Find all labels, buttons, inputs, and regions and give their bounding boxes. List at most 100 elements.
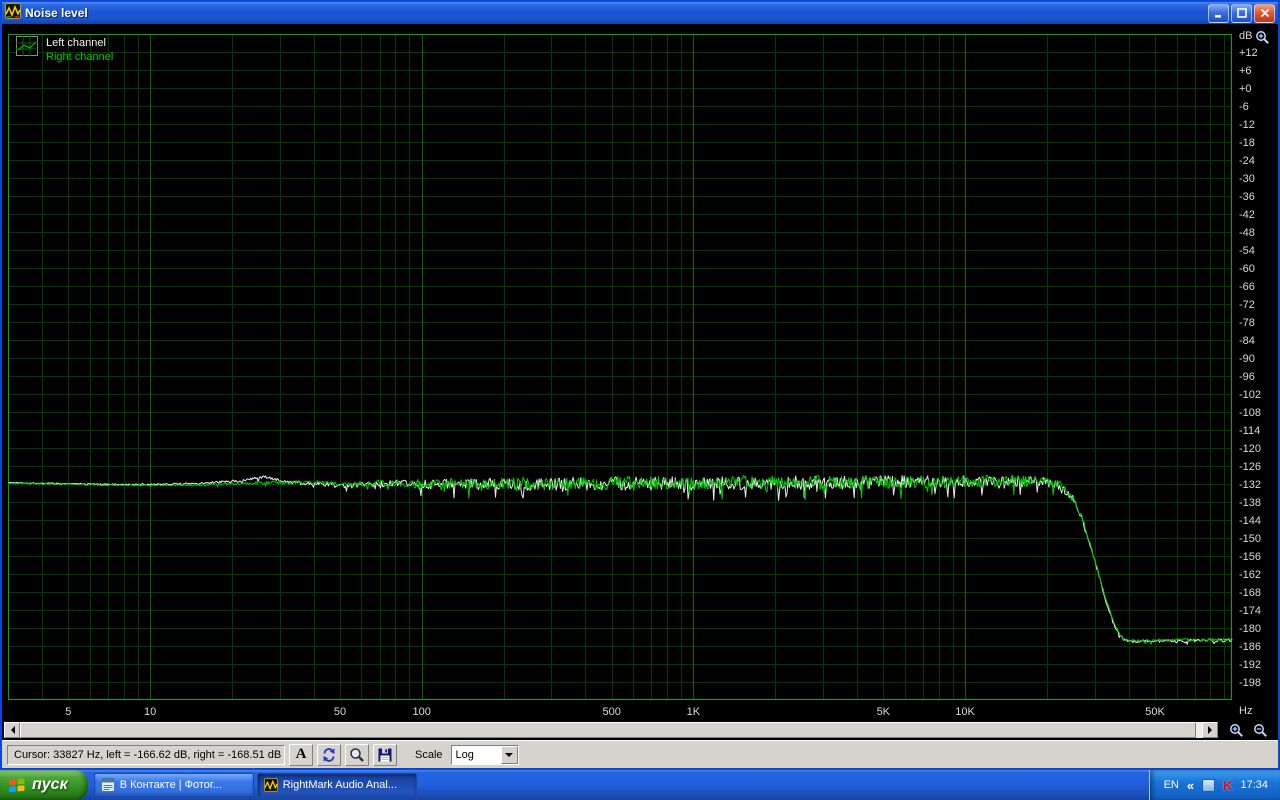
svg-text:-162: -162 bbox=[1239, 569, 1261, 581]
svg-text:10: 10 bbox=[144, 706, 156, 718]
svg-text:5: 5 bbox=[65, 706, 71, 718]
scroll-left-button[interactable] bbox=[4, 722, 20, 738]
zoom-in-vertical-button[interactable] bbox=[1252, 28, 1272, 46]
magnifier-plus-icon bbox=[1255, 30, 1269, 44]
scroll-right-button[interactable] bbox=[1202, 722, 1218, 738]
svg-text:50K: 50K bbox=[1145, 706, 1165, 718]
svg-text:Hz: Hz bbox=[1239, 705, 1252, 717]
save-button[interactable] bbox=[373, 743, 397, 766]
minimize-button[interactable] bbox=[1208, 3, 1229, 23]
svg-text:-114: -114 bbox=[1239, 425, 1260, 437]
svg-text:-144: -144 bbox=[1239, 515, 1261, 527]
close-button[interactable] bbox=[1254, 3, 1275, 23]
svg-text:-42: -42 bbox=[1239, 209, 1255, 221]
right-arrow-icon bbox=[1207, 726, 1216, 734]
taskbar-tasks: В Контакте | Фотог... RightMark Audio An… bbox=[93, 770, 417, 800]
chart-client-area: +12 +6 +0 -6 -12 -18 -24 -30 -36 -42 -48 -54 -60 -66 -… bbox=[2, 24, 1278, 740]
zoom-out-button[interactable] bbox=[1250, 722, 1270, 738]
chart-legend: Left channel Right channel bbox=[16, 36, 113, 64]
scale-selected-value: Log bbox=[455, 748, 474, 761]
task-label: RightMark Audio Anal... bbox=[282, 779, 398, 791]
svg-text:+0: +0 bbox=[1239, 83, 1252, 95]
svg-text:-72: -72 bbox=[1239, 299, 1255, 311]
tray-antivirus-icon[interactable] bbox=[1223, 778, 1232, 793]
floppy-disk-icon bbox=[378, 748, 392, 761]
svg-text:-30: -30 bbox=[1239, 173, 1255, 185]
svg-text:10K: 10K bbox=[955, 706, 975, 718]
magnifier-minus-icon bbox=[1253, 723, 1267, 737]
svg-text:-54: -54 bbox=[1239, 245, 1255, 257]
window-titlebar[interactable]: Noise level bbox=[2, 2, 1278, 24]
svg-text:-120: -120 bbox=[1239, 443, 1261, 455]
svg-text:-90: -90 bbox=[1239, 353, 1255, 365]
svg-text:-36: -36 bbox=[1239, 191, 1255, 203]
svg-text:-60: -60 bbox=[1239, 263, 1255, 275]
app-window: Noise level +12 +6 +0 -6 -12 -18 -24 -30 -36 -42 -… bbox=[0, 0, 1280, 770]
window-title: Noise level bbox=[25, 6, 88, 20]
svg-text:-192: -192 bbox=[1239, 659, 1261, 671]
svg-text:5K: 5K bbox=[877, 706, 891, 718]
svg-text:-174: -174 bbox=[1239, 605, 1261, 617]
taskbar-clock[interactable]: 17:34 bbox=[1240, 779, 1268, 791]
windows-logo-icon bbox=[9, 778, 25, 793]
magnifier-plus-icon bbox=[1229, 723, 1243, 737]
legend-grid-icon bbox=[16, 36, 38, 61]
desktop-screen: Noise level +12 +6 +0 -6 -12 -18 -24 -30 -36 -42 -… bbox=[0, 0, 1280, 800]
rmaa-app-icon bbox=[263, 778, 278, 792]
language-indicator[interactable]: EN bbox=[1164, 779, 1179, 791]
tray-network-icon[interactable] bbox=[1202, 778, 1216, 792]
svg-text:-102: -102 bbox=[1239, 389, 1261, 401]
window-controls bbox=[1208, 3, 1275, 23]
font-button[interactable]: A bbox=[289, 743, 313, 766]
webpage-icon bbox=[100, 778, 115, 792]
svg-text:-108: -108 bbox=[1239, 407, 1261, 419]
svg-text:-48: -48 bbox=[1239, 227, 1255, 239]
svg-text:-84: -84 bbox=[1239, 335, 1255, 347]
svg-text:-180: -180 bbox=[1239, 623, 1261, 635]
svg-text:-12: -12 bbox=[1239, 119, 1255, 131]
maximize-button[interactable] bbox=[1231, 3, 1252, 23]
zoom-in-button[interactable] bbox=[1226, 722, 1246, 738]
font-button-label: A bbox=[295, 746, 307, 762]
task-label: В Контакте | Фотог... bbox=[119, 779, 222, 791]
zoom-tool-button[interactable] bbox=[345, 743, 369, 766]
scrollbar-thumb[interactable] bbox=[20, 722, 1196, 738]
svg-text:50: 50 bbox=[334, 706, 346, 718]
status-bar: Cursor: 33827 Hz, left = -166.62 dB, rig… bbox=[2, 740, 1278, 768]
task-button-vkontakte[interactable]: В Контакте | Фотог... bbox=[93, 773, 254, 797]
taskbar: пуск В Контакте | Фотог... RightMark Aud… bbox=[0, 770, 1280, 800]
svg-text:dB: dB bbox=[1239, 30, 1252, 42]
chevron-down-icon bbox=[505, 752, 514, 761]
hide-tray-icons-chevron-icon[interactable] bbox=[1187, 778, 1194, 793]
horizontal-scrollbar[interactable] bbox=[4, 722, 1218, 738]
combo-dropdown-button[interactable] bbox=[500, 745, 518, 764]
refresh-button[interactable] bbox=[317, 743, 341, 766]
svg-text:-198: -198 bbox=[1239, 677, 1261, 689]
legend-right-channel: Right channel bbox=[46, 51, 114, 63]
start-button-label: пуск bbox=[32, 776, 68, 793]
scale-label: Scale bbox=[415, 748, 443, 761]
svg-text:1K: 1K bbox=[687, 706, 701, 718]
svg-text:+6: +6 bbox=[1239, 65, 1252, 77]
scale-select[interactable]: Log bbox=[450, 744, 519, 765]
task-button-rightmark[interactable]: RightMark Audio Anal... bbox=[256, 773, 417, 797]
svg-text:100: 100 bbox=[413, 706, 431, 718]
svg-text:-138: -138 bbox=[1239, 497, 1261, 509]
left-arrow-icon bbox=[7, 726, 15, 734]
noise-level-chart[interactable]: +12 +6 +0 -6 -12 -18 -24 -30 -36 -42 -48 -54 -60 -66 -… bbox=[2, 24, 1278, 740]
svg-text:-186: -186 bbox=[1239, 641, 1261, 653]
legend-left-channel: Left channel bbox=[46, 37, 106, 49]
svg-text:-78: -78 bbox=[1239, 317, 1255, 329]
svg-text:-66: -66 bbox=[1239, 281, 1255, 293]
start-button[interactable]: пуск bbox=[0, 770, 88, 800]
svg-text:-168: -168 bbox=[1239, 587, 1261, 599]
scrollbar-track[interactable] bbox=[20, 722, 1202, 738]
app-icon bbox=[5, 2, 21, 24]
refresh-icon bbox=[323, 747, 335, 762]
svg-text:+12: +12 bbox=[1239, 47, 1258, 59]
svg-text:-24: -24 bbox=[1239, 155, 1255, 167]
svg-text:-132: -132 bbox=[1239, 479, 1261, 491]
svg-text:-6: -6 bbox=[1239, 101, 1249, 113]
svg-text:500: 500 bbox=[603, 706, 621, 718]
system-tray: EN 17:34 bbox=[1148, 770, 1280, 800]
